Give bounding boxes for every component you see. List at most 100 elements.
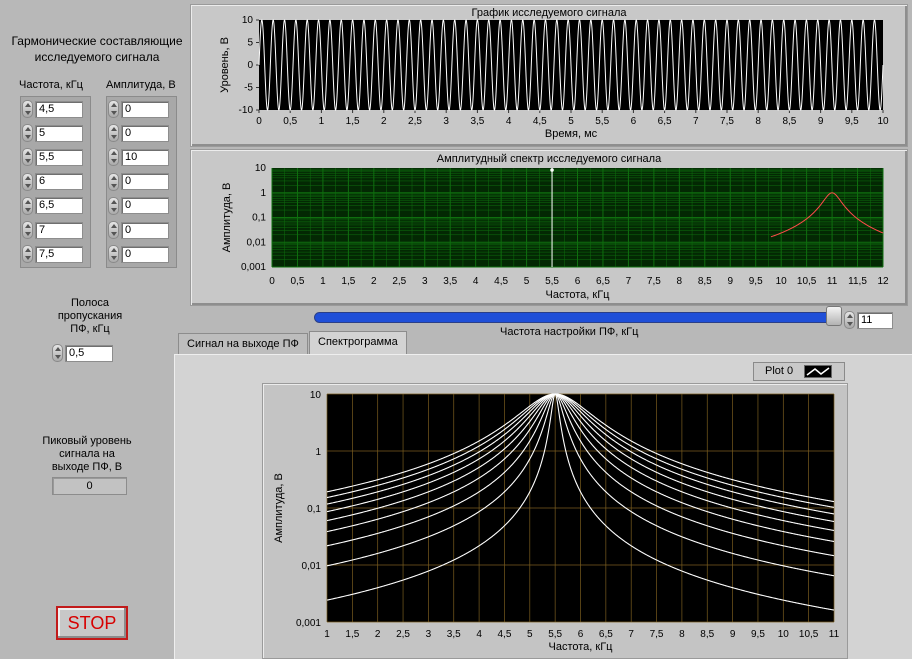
plot-legend-label: Plot 0 — [765, 365, 794, 377]
plot-legend-swatch-icon — [804, 365, 832, 378]
x-tick-label: 7 — [628, 629, 634, 640]
x-tick-label: 7,5 — [647, 276, 661, 287]
amp-stepper[interactable] — [108, 196, 119, 215]
amp-control[interactable]: 0 — [108, 123, 169, 143]
tuning-stepper[interactable] — [844, 311, 855, 329]
amp-stepper[interactable] — [108, 172, 119, 191]
x-tick-label: 6,5 — [658, 116, 672, 127]
amp-input[interactable]: 0 — [121, 245, 169, 263]
freq-control[interactable]: 5 — [22, 123, 83, 143]
freq-stepper[interactable] — [22, 196, 33, 215]
freq-control[interactable]: 5,5 — [22, 147, 83, 167]
x-tick-label: 8 — [677, 276, 683, 287]
amp-input[interactable]: 0 — [121, 124, 169, 142]
spectrogram-graph: 1 1,5 2 2,5 3 3,5 4 4,5 5 5,5 6 6,5 7 7,5 8 8,5 9 9,5 10 10… — [273, 390, 840, 653]
amp-control[interactable]: 0 — [108, 196, 169, 216]
freq-input[interactable]: 5 — [35, 124, 83, 142]
x-tick-label: 11 — [827, 276, 838, 287]
amp-control[interactable]: 0 — [108, 220, 169, 240]
y-tick-label: 10 — [242, 15, 254, 26]
freq-input[interactable]: 4,5 — [35, 100, 83, 118]
amp-input[interactable]: 10 — [121, 148, 169, 166]
x-tick-label: 2 — [371, 276, 377, 287]
tuning-numeric[interactable]: 11 — [844, 310, 893, 330]
x-tick-label: 6 — [575, 276, 581, 287]
tuning-slider-track[interactable] — [314, 312, 838, 323]
x-tick-label: 9,5 — [751, 629, 765, 640]
y-tick-label: 0,1 — [252, 213, 266, 224]
y-tick-label: 0,001 — [241, 262, 266, 273]
bandwidth-stepper[interactable] — [52, 344, 63, 362]
amp-control[interactable]: 0 — [108, 244, 169, 264]
tab-spectrogram[interactable]: Спектрограмма — [309, 331, 407, 355]
x-tick-label: 1 — [319, 116, 325, 127]
x-tick-label: 5 — [527, 629, 533, 640]
freq-control[interactable]: 7,5 — [22, 244, 83, 264]
freq-stepper[interactable] — [22, 100, 33, 118]
x-tick-label: 5 — [524, 276, 530, 287]
x-tick-label: 9,5 — [749, 276, 763, 287]
freq-stepper[interactable] — [22, 124, 33, 143]
x-tick-label: 0 — [269, 276, 275, 287]
bandwidth-control[interactable]: 0,5 — [52, 343, 113, 363]
y-tick-label: 10 — [310, 390, 322, 401]
spectrum-x-axis-label: Частота, кГц — [546, 289, 611, 301]
freq-input[interactable]: 7 — [35, 221, 83, 239]
x-tick-label: 5,5 — [595, 116, 609, 127]
y-tick-label: 0,01 — [247, 237, 267, 248]
x-tick-label: 9 — [818, 116, 824, 127]
amp-input[interactable]: 0 — [121, 197, 169, 215]
x-tick-label: 4,5 — [533, 116, 547, 127]
freq-stepper[interactable] — [22, 172, 33, 191]
x-tick-label: 10,5 — [797, 276, 817, 287]
spectrogram-x-axis-label: Частота, кГц — [549, 641, 614, 653]
y-tick-label: 10 — [255, 163, 267, 174]
spectrum-marker-dot — [550, 168, 554, 172]
x-tick-label: 7 — [626, 276, 632, 287]
freq-control[interactable]: 6,5 — [22, 196, 83, 216]
amp-control[interactable]: 0 — [108, 99, 169, 119]
freq-input[interactable]: 6,5 — [35, 197, 83, 215]
amp-input[interactable]: 0 — [121, 221, 169, 239]
freq-input[interactable]: 5,5 — [35, 148, 83, 166]
x-tick-label: 1 — [320, 276, 326, 287]
freq-input[interactable]: 7,5 — [35, 245, 83, 263]
x-tick-label: 3 — [422, 276, 428, 287]
tab-filter-output[interactable]: Сигнал на выходе ПФ — [178, 333, 308, 355]
amp-stepper[interactable] — [108, 245, 119, 264]
x-tick-label: 12 — [877, 276, 889, 287]
amp-control[interactable]: 0 — [108, 172, 169, 192]
x-tick-label: 3 — [426, 629, 432, 640]
amp-stepper[interactable] — [108, 148, 119, 167]
amp-input[interactable]: 0 — [121, 100, 169, 118]
plot-legend[interactable]: Plot 0 — [753, 362, 845, 381]
x-tick-label: 2 — [381, 116, 387, 127]
spectrogram-y-axis-label: Амплитуда, В — [273, 473, 285, 543]
freq-control[interactable]: 6 — [22, 172, 83, 192]
amp-stepper[interactable] — [108, 100, 119, 118]
x-tick-label: 7,5 — [720, 116, 734, 127]
tuning-input[interactable]: 11 — [857, 311, 893, 329]
freq-stepper[interactable] — [22, 148, 33, 167]
amp-stepper[interactable] — [108, 221, 119, 239]
amp-input[interactable]: 0 — [121, 173, 169, 191]
y-tick-label: 0,01 — [302, 561, 322, 572]
stop-button[interactable]: STOP — [56, 606, 128, 640]
amp-stepper[interactable] — [108, 124, 119, 143]
x-tick-label: 4 — [473, 276, 479, 287]
amp-header: Амплитуда, В — [106, 79, 176, 91]
freq-stepper[interactable] — [22, 245, 33, 264]
bandwidth-label: Полоса пропускания ПФ, кГц — [57, 297, 123, 335]
x-tick-label: 11 — [829, 629, 840, 640]
x-tick-label: 1 — [324, 629, 330, 640]
freq-input[interactable]: 6 — [35, 173, 83, 191]
bandwidth-input[interactable]: 0,5 — [65, 344, 113, 362]
x-tick-label: 6 — [578, 629, 584, 640]
freq-control[interactable]: 4,5 — [22, 99, 83, 119]
tuning-slider-handle[interactable] — [826, 306, 842, 326]
x-tick-label: 5,5 — [548, 629, 562, 640]
freq-stepper[interactable] — [22, 221, 33, 239]
amp-control[interactable]: 10 — [108, 147, 169, 167]
x-tick-label: 8,5 — [782, 116, 796, 127]
freq-control[interactable]: 7 — [22, 220, 83, 240]
